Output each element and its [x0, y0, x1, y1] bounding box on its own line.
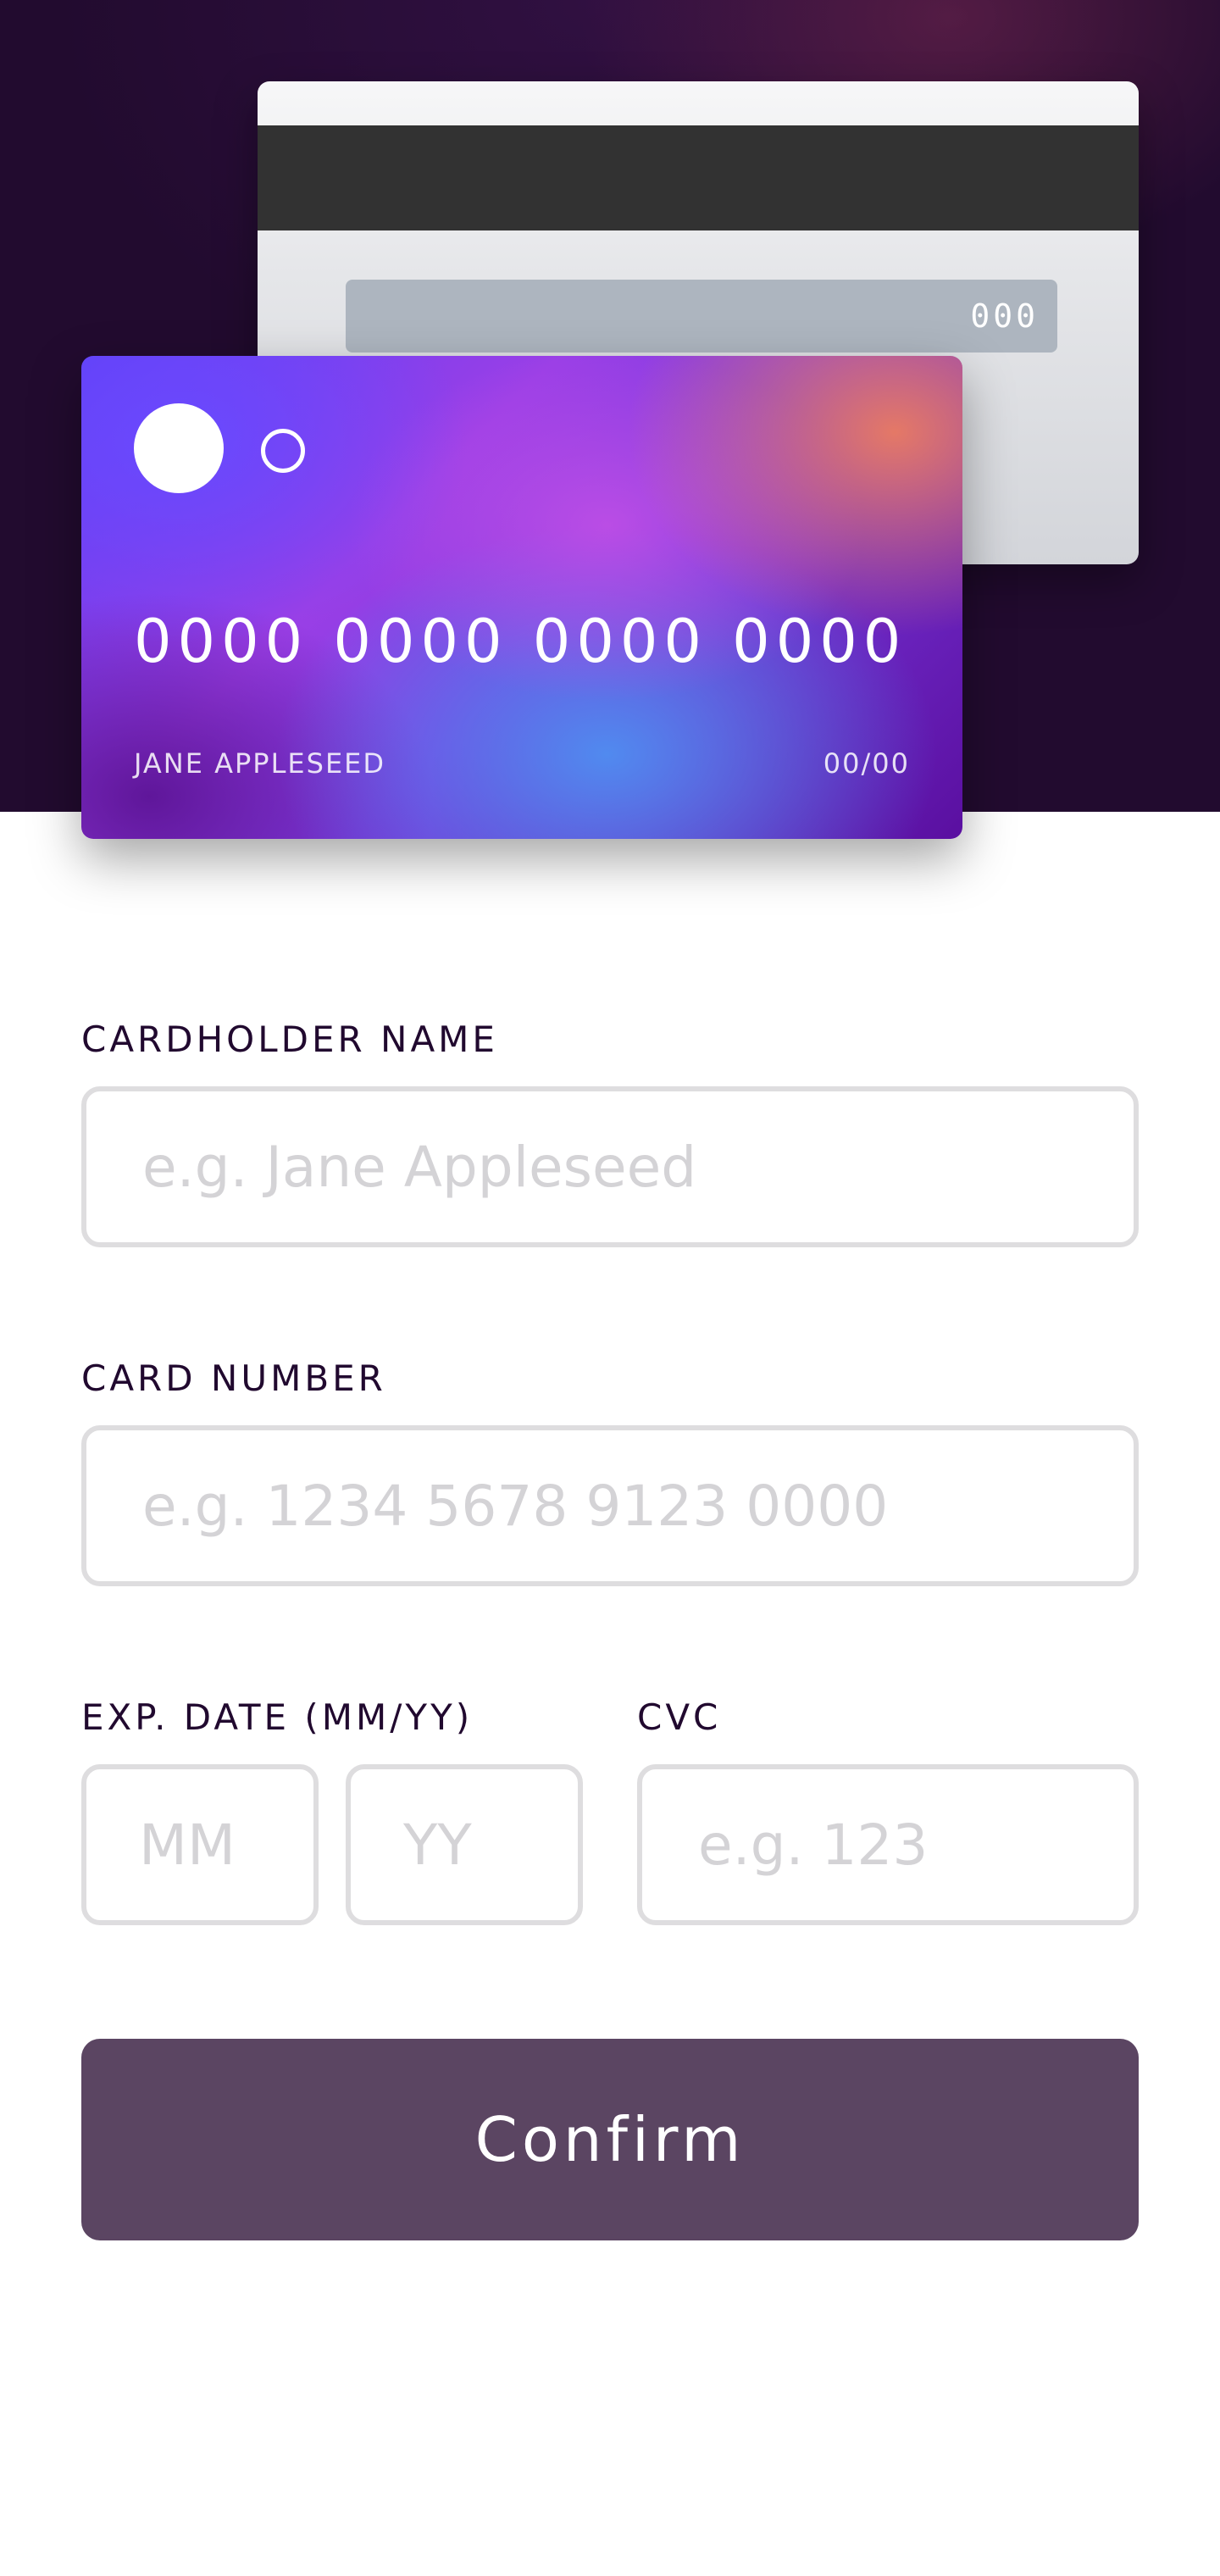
- cardholder-name-input[interactable]: [81, 1086, 1139, 1247]
- cvc-field: CVC: [637, 1696, 1139, 1925]
- expiry-field: EXP. DATE (MM/YY): [81, 1696, 583, 1925]
- card-logo-ring-icon: [261, 429, 305, 473]
- cvc-label: CVC: [637, 1696, 722, 1738]
- card-number-input[interactable]: [81, 1425, 1139, 1586]
- card-front: 0000 0000 0000 0000 JANE APPLESEED 00/00: [81, 356, 962, 839]
- card-front-holder: JANE APPLESEED: [134, 747, 386, 780]
- expiry-cvc-row: EXP. DATE (MM/YY) CVC: [81, 1696, 1139, 1925]
- card-back-cvc: 000: [346, 280, 1057, 353]
- cardholder-name-label: CARDHOLDER NAME: [81, 1019, 498, 1060]
- expiry-label: EXP. DATE (MM/YY): [81, 1696, 474, 1738]
- card-number-label: CARD NUMBER: [81, 1357, 386, 1399]
- cardholder-name-field: CARDHOLDER NAME: [81, 1019, 1139, 1247]
- confirm-button[interactable]: Confirm: [81, 2039, 1139, 2240]
- expiry-year-input[interactable]: [346, 1764, 583, 1925]
- card-number-field: CARD NUMBER: [81, 1357, 1139, 1586]
- card-logo-circle-icon: [134, 403, 224, 493]
- expiry-inputs: [81, 1764, 583, 1925]
- cvc-input[interactable]: [637, 1764, 1139, 1925]
- card-front-expiry: 00/00: [823, 747, 910, 780]
- expiry-month-input[interactable]: [81, 1764, 319, 1925]
- page: 000 0000 0000 0000 0000 JANE APPLESEED 0…: [0, 0, 1220, 2576]
- card-front-number: 0000 0000 0000 0000: [134, 607, 907, 676]
- magnetic-stripe: [258, 125, 1139, 230]
